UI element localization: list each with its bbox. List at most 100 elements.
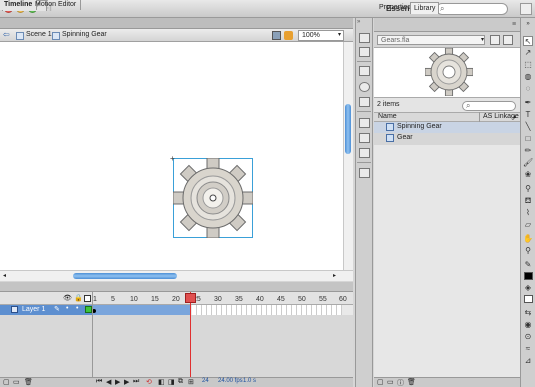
help-search-input[interactable]: ⌕ (436, 3, 508, 15)
stroke-color-icon[interactable]: ✎ (523, 260, 533, 270)
new-layer-icon[interactable]: ▢ (3, 378, 10, 386)
library-item-gear[interactable] (374, 133, 520, 144)
onion-markers-icon[interactable]: ⊞ (188, 378, 194, 386)
collapse-tools-icon[interactable]: » (523, 19, 533, 29)
timeline-divider[interactable] (92, 292, 93, 378)
layer-name[interactable]: Layer 1 (22, 306, 45, 313)
components-panel-icon[interactable] (359, 133, 370, 143)
outline-all-icon[interactable] (84, 295, 91, 302)
selection-tool-icon[interactable]: ↖ (523, 36, 533, 46)
object-drawing-icon[interactable]: ◉ (523, 320, 533, 330)
toolbar-toggle-button[interactable] (520, 3, 532, 15)
separator (357, 61, 371, 62)
delete-layer-icon[interactable]: 🗑 (24, 378, 33, 386)
properties-icon[interactable]: ⓘ (397, 378, 404, 387)
subselection-tool-icon[interactable]: ↗ (523, 48, 533, 58)
column-name[interactable]: Name (378, 113, 397, 120)
play-icon[interactable]: ▶ (115, 378, 120, 386)
library-list-body[interactable] (374, 145, 520, 377)
eraser-tool-icon[interactable]: ▱ (523, 220, 533, 230)
new-folder-icon[interactable]: ▭ (13, 378, 20, 386)
history-panel-icon[interactable] (359, 168, 370, 178)
scroll-right-icon[interactable]: ▸ (333, 272, 336, 279)
swap-colors-icon[interactable]: ⇆ (523, 308, 533, 318)
fill-color-icon[interactable]: ◈ (523, 283, 533, 293)
tab-library[interactable]: Library (410, 2, 440, 14)
pin-library-icon[interactable] (490, 35, 500, 45)
frame-rate[interactable]: 24.00 fps (218, 378, 243, 384)
library-item-spinning-gear[interactable] (374, 122, 520, 133)
zoom-tool-icon[interactable]: ⚲ (523, 246, 533, 256)
show-hide-all-icon[interactable]: 👁 (63, 294, 72, 302)
edit-symbols-icon[interactable] (284, 31, 293, 40)
playhead-handle[interactable] (185, 293, 196, 303)
deco-tool-icon[interactable]: ❀ (523, 170, 533, 180)
loop-icon[interactable]: ⟲ (146, 378, 152, 386)
paint-bucket-tool-icon[interactable]: ⛾ (523, 196, 533, 206)
lock-dot-icon[interactable]: • (76, 305, 78, 312)
step-back-icon[interactable]: ◀ (106, 378, 111, 386)
motion-presets-icon[interactable] (359, 148, 370, 158)
info-panel-icon[interactable] (359, 82, 370, 92)
onion-skin-icon[interactable]: ◧ (158, 378, 165, 386)
zoom-caret-icon[interactable]: ▾ (338, 31, 341, 38)
bone-tool-icon[interactable]: ⚲ (523, 184, 533, 194)
visibility-dot-icon[interactable]: • (66, 305, 68, 312)
back-arrow-icon[interactable]: ⇦ (3, 30, 10, 39)
lasso-tool-icon[interactable]: ◌ (523, 84, 533, 94)
empty-frames[interactable] (192, 305, 342, 315)
text-tool-icon[interactable]: T (523, 110, 533, 120)
stage-vertical-scrollbar[interactable] (343, 42, 353, 270)
stroke-color-swatch[interactable] (524, 272, 533, 280)
tab-motion-editor[interactable]: Motion Editor (31, 0, 82, 10)
playhead[interactable] (190, 292, 191, 386)
code-snippets-icon[interactable] (359, 118, 370, 128)
library-search-input[interactable]: ⌕ (462, 101, 516, 111)
swatches-panel-icon[interactable] (359, 47, 370, 57)
new-symbol-icon[interactable]: ▢ (377, 378, 384, 386)
new-folder-icon[interactable]: ▭ (387, 378, 394, 386)
fill-color-swatch[interactable] (524, 295, 533, 303)
column-sort-icon[interactable]: ▴ (513, 113, 516, 120)
go-to-first-frame-icon[interactable]: ⏮ (96, 378, 102, 386)
tab-properties[interactable]: Properties (376, 2, 414, 14)
stage-horizontal-scroll-thumb[interactable] (73, 273, 177, 279)
pencil-tool-icon[interactable]: ✏ (523, 146, 533, 156)
delete-icon[interactable]: 🗑 (407, 378, 416, 386)
breadcrumb-scene[interactable]: Scene 1 (26, 31, 52, 38)
go-to-last-frame-icon[interactable]: ⏭ (133, 378, 139, 386)
rectangle-tool-icon[interactable]: □ (523, 134, 533, 144)
snap-to-objects-icon[interactable]: ⊙ (523, 332, 533, 342)
free-transform-tool-icon[interactable]: ⬚ (523, 60, 533, 70)
library-select-caret-icon[interactable]: ▾ (481, 36, 484, 43)
eyedropper-tool-icon[interactable]: ⌇ (523, 208, 533, 218)
hand-tool-icon[interactable]: ✋ (523, 234, 533, 244)
line-tool-icon[interactable]: ╲ (523, 122, 533, 132)
align-panel-icon[interactable] (359, 66, 370, 76)
step-forward-icon[interactable]: ▶ (124, 378, 129, 386)
timeline-body[interactable] (0, 315, 353, 377)
onion-outline-icon[interactable]: ◨ (168, 378, 175, 386)
3d-rotation-tool-icon[interactable]: ◍ (523, 72, 533, 82)
panel-menu-icon[interactable]: ≡ (512, 21, 516, 28)
pen-tool-icon[interactable]: ✒ (523, 98, 533, 108)
selected-frames[interactable] (92, 305, 190, 315)
edit-scene-icon[interactable] (272, 31, 281, 40)
smooth-icon[interactable]: ≈ (523, 344, 533, 354)
brush-tool-icon[interactable]: 🖌 (523, 158, 533, 168)
collapse-panel-icon[interactable]: » (357, 19, 360, 25)
column-divider[interactable] (479, 112, 480, 122)
lock-all-icon[interactable]: 🔒 (74, 294, 83, 302)
transform-panel-icon[interactable] (359, 97, 370, 107)
new-library-panel-icon[interactable] (503, 35, 513, 45)
library-document-select[interactable]: Gears.fla (377, 35, 485, 45)
color-panel-icon[interactable] (359, 33, 370, 43)
current-frame[interactable]: 24 (202, 378, 209, 384)
breadcrumb-symbol[interactable]: Spinning Gear (62, 31, 107, 38)
straighten-icon[interactable]: ⊿ (523, 356, 533, 366)
gear-graphic[interactable] (173, 158, 253, 238)
stage-vertical-scroll-thumb[interactable] (345, 104, 351, 154)
edit-multiple-frames-icon[interactable]: ⧉ (178, 378, 183, 386)
outline-color-icon[interactable] (85, 306, 92, 313)
scroll-left-icon[interactable]: ◂ (3, 272, 6, 279)
